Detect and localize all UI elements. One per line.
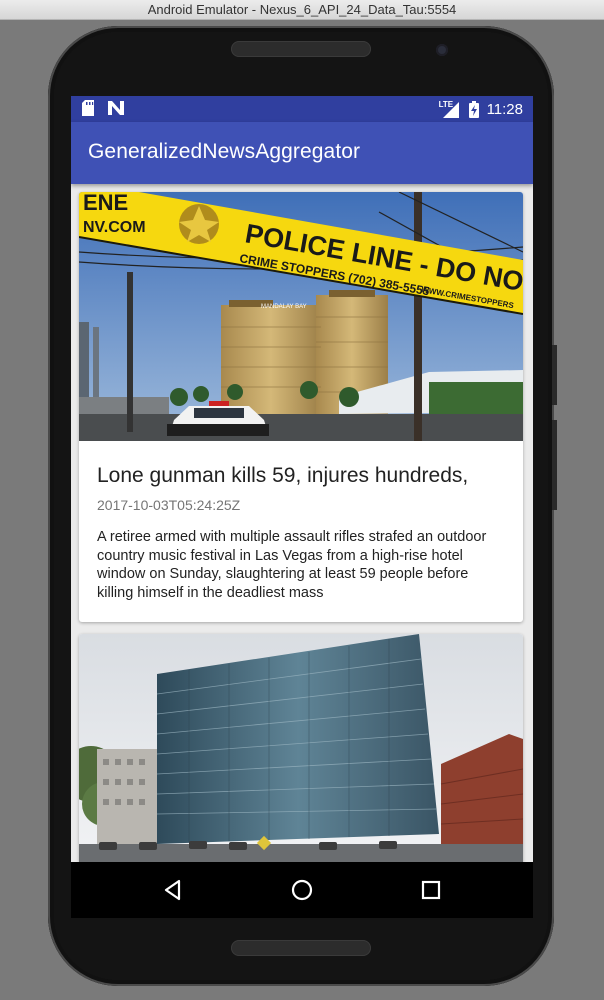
front-camera: [436, 44, 448, 56]
sd-card-icon: [82, 100, 94, 116]
back-icon[interactable]: [159, 876, 187, 904]
tape-text-ene: ENE: [83, 192, 128, 215]
article-title[interactable]: Lone gunman kills 59, injures hundreds,: [97, 464, 517, 488]
status-bar: LTE 11:28: [71, 96, 533, 122]
article-image-glass-building: [79, 634, 523, 862]
news-card[interactable]: [79, 634, 523, 862]
emulator-window-title: Android Emulator - Nexus_6_API_24_Data_T…: [0, 0, 604, 20]
hotel-sign: MANDALAY BAY: [261, 304, 307, 310]
system-navigation-bar: [71, 862, 533, 918]
app-bar: GeneralizedNewsAggregator: [71, 122, 533, 184]
battery-charging-icon: [468, 100, 479, 118]
news-feed[interactable]: POLICE LINE - DO NOT CROSS - CRIME CRIME…: [71, 184, 533, 862]
device-screen: LTE 11:28 GeneralizedNewsAggregator CRIM…: [71, 96, 533, 918]
app-title: GeneralizedNewsAggregator: [88, 140, 361, 163]
signal-icon: [442, 102, 459, 118]
status-clock: 11:28: [486, 100, 523, 118]
home-icon[interactable]: [288, 876, 316, 904]
n-notification-icon: [108, 101, 124, 115]
power-button[interactable]: [552, 345, 557, 405]
article-image-crime-scene: POLICE LINE - DO NOT CROSS - CRIME CRIME…: [79, 192, 523, 441]
article-date: 2017-10-03T05:24:25Z: [97, 497, 241, 513]
news-card[interactable]: POLICE LINE - DO NOT CROSS - CRIME CRIME…: [79, 192, 523, 622]
bottom-speaker-grille: [231, 940, 371, 956]
tape-text-nv: NV.COM: [83, 219, 146, 236]
volume-button[interactable]: [552, 420, 557, 510]
recents-icon[interactable]: [417, 876, 445, 904]
article-description: A retiree armed with multiple assault ri…: [97, 529, 487, 601]
top-speaker-grille: [231, 41, 371, 57]
